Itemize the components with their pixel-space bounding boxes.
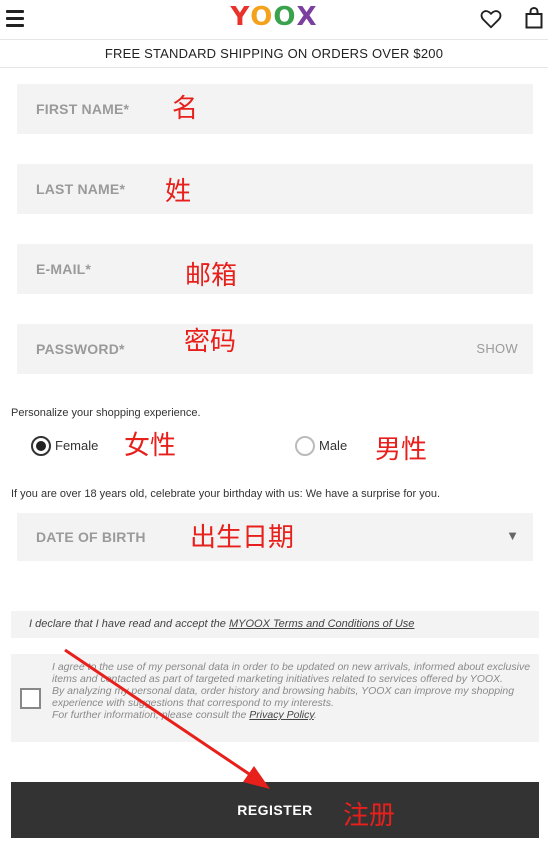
show-password-button[interactable]: SHOW <box>476 324 518 374</box>
privacy-checkbox[interactable] <box>20 688 41 709</box>
annotation-last-name: 姓 <box>165 177 192 207</box>
privacy-line-3: For further information, please consult … <box>52 709 534 721</box>
email-label: E-MAIL* <box>36 261 92 277</box>
logo[interactable]: YOOX <box>0 2 548 32</box>
privacy-text: I agree to the use of my personal data i… <box>52 661 534 721</box>
first-name-label: FIRST NAME* <box>36 101 130 117</box>
privacy-line-1: I agree to the use of my personal data i… <box>52 661 531 685</box>
annotation-register: 注册 <box>343 801 396 831</box>
first-name-field[interactable]: FIRST NAME* <box>17 84 533 134</box>
privacy-consent: I agree to the use of my personal data i… <box>11 654 539 742</box>
privacy-line-2: By analyzing my personal data, order his… <box>52 685 515 709</box>
last-name-label: LAST NAME* <box>36 181 126 197</box>
heart-icon[interactable] <box>480 8 502 30</box>
dob-label: DATE OF BIRTH <box>36 529 146 545</box>
privacy-line-3-suffix: . <box>313 709 317 721</box>
female-radio[interactable] <box>31 436 51 456</box>
terms-prefix: I declare that I have read and accept th… <box>29 618 229 630</box>
password-label: PASSWORD* <box>36 341 125 357</box>
female-label[interactable]: Female <box>55 438 98 453</box>
terms-link[interactable]: MYOOX Terms and Conditions of Use <box>229 618 414 630</box>
annotation-first-name: 名 <box>172 94 199 124</box>
birthday-text: If you are over 18 years old, celebrate … <box>11 488 441 500</box>
male-label[interactable]: Male <box>319 438 347 453</box>
bag-icon[interactable] <box>525 7 543 29</box>
annotation-password: 密码 <box>184 327 237 357</box>
register-button[interactable]: REGISTER <box>11 782 539 838</box>
header: YOOX <box>0 0 548 40</box>
password-field[interactable]: PASSWORD* SHOW <box>17 324 533 374</box>
annotation-male: 男性 <box>375 435 428 465</box>
annotation-dob: 出生日期 <box>190 523 295 553</box>
privacy-policy-link[interactable]: Privacy Policy <box>249 709 314 721</box>
personalize-text: Personalize your shopping experience. <box>11 407 201 419</box>
shipping-banner: FREE STANDARD SHIPPING ON ORDERS OVER $2… <box>0 41 548 68</box>
terms-declaration: I declare that I have read and accept th… <box>11 611 539 638</box>
male-radio[interactable] <box>295 436 315 456</box>
annotation-female: 女性 <box>124 431 177 461</box>
email-field[interactable]: E-MAIL* <box>17 244 533 294</box>
last-name-field[interactable]: LAST NAME* <box>17 164 533 214</box>
annotation-email: 邮箱 <box>185 261 238 291</box>
chevron-down-icon: ▼ <box>506 528 519 543</box>
register-label: REGISTER <box>237 802 313 818</box>
privacy-line-3-prefix: For further information, please consult … <box>52 709 250 721</box>
